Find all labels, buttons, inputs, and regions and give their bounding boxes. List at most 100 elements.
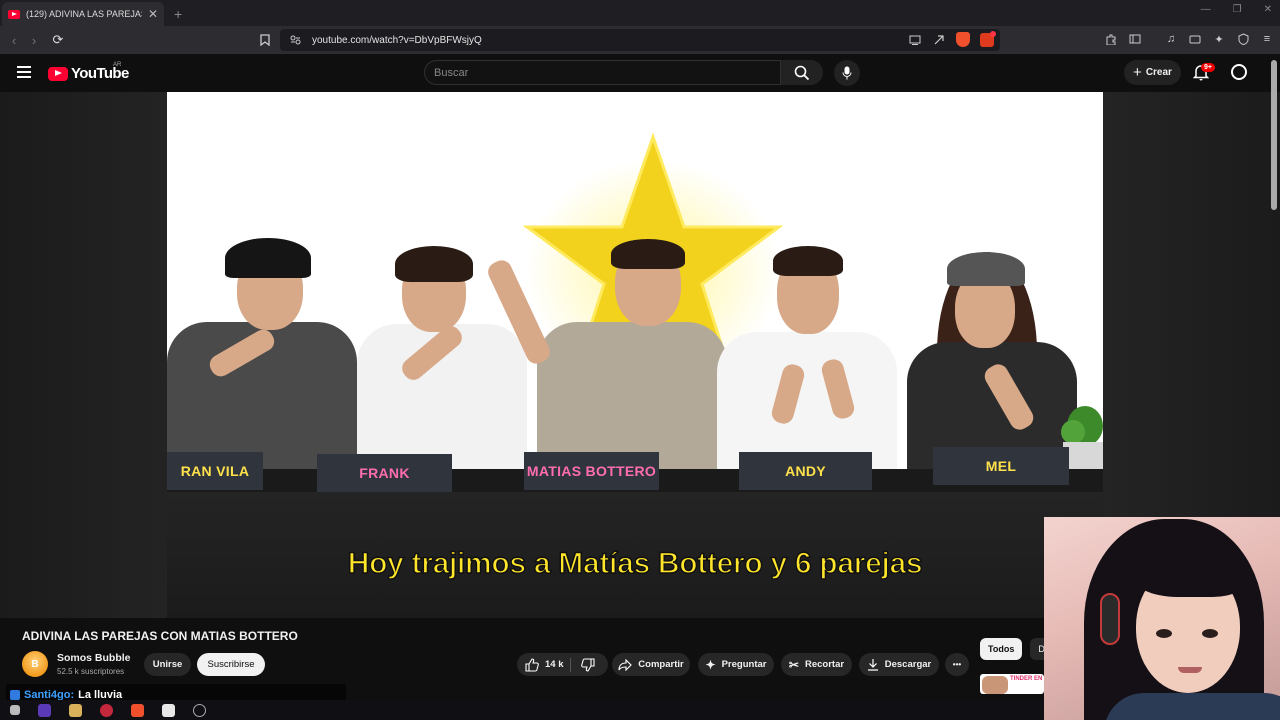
webcam-shirt bbox=[1104, 693, 1280, 720]
nameplate-3: MATIAS BOTTERO bbox=[524, 452, 659, 490]
forward-arrow-icon[interactable]: › bbox=[24, 33, 44, 48]
browser-tab[interactable]: (129) ADIVINA LAS PAREJAS CO ✕ bbox=[2, 2, 164, 26]
download-label: Descargar bbox=[884, 659, 932, 670]
close-window-button[interactable]: ✕ bbox=[1264, 4, 1272, 15]
plus-icon: + bbox=[1133, 64, 1142, 81]
person-5 bbox=[907, 252, 1077, 472]
like-icon[interactable] bbox=[525, 657, 539, 672]
video-title: ADIVINA LAS PAREJAS CON MATIAS BOTTERO bbox=[22, 629, 298, 643]
restore-button[interactable]: ❐ bbox=[1233, 4, 1242, 15]
search-input[interactable]: Buscar bbox=[424, 60, 781, 85]
microphone-icon bbox=[842, 66, 852, 80]
chat-username: Santi4go: bbox=[24, 688, 75, 701]
subscribe-button[interactable]: Suscribirse bbox=[197, 653, 265, 676]
webcam-bangs bbox=[1130, 537, 1248, 597]
page-scrollbar[interactable] bbox=[1271, 60, 1277, 210]
back-arrow-icon[interactable]: ‹ bbox=[4, 33, 24, 48]
screen: (129) ADIVINA LAS PAREJAS CO ✕ + — ❐ ✕ ‹… bbox=[0, 0, 1280, 720]
share-icon bbox=[618, 658, 633, 671]
search-placeholder: Buscar bbox=[434, 66, 469, 79]
channel-name[interactable]: Somos Bubble bbox=[57, 652, 131, 664]
country-code: AR bbox=[113, 62, 122, 68]
create-label: Crear bbox=[1145, 67, 1172, 78]
browser-toolbar: ‹ › ⟳ youtube.com/watch?v=DbVpBFWsjyQ ♫ … bbox=[0, 26, 1280, 54]
wallet-icon[interactable] bbox=[1188, 32, 1202, 46]
bookmark-icon[interactable] bbox=[258, 33, 272, 47]
cast-icon[interactable] bbox=[908, 33, 922, 47]
youtube-masthead: YouTube AR Buscar + Crear 9+ bbox=[0, 54, 1280, 92]
opera-app-icon[interactable] bbox=[100, 703, 113, 717]
site-info-icon[interactable] bbox=[288, 33, 302, 47]
extensions-row: ♫ ✦ ≡ bbox=[1104, 32, 1274, 46]
sparkle-icon: ✦ bbox=[705, 657, 716, 672]
video-player[interactable]: RAN VILA FRANK MATIAS BOTTERO ANDY MEL H… bbox=[167, 92, 1103, 618]
search-button[interactable] bbox=[781, 60, 823, 85]
scissors-icon: ✂ bbox=[788, 657, 799, 672]
ask-label: Preguntar bbox=[721, 659, 767, 670]
join-button[interactable]: Unirse bbox=[144, 653, 191, 676]
subscriber-count: 52.5 k suscriptores bbox=[57, 667, 125, 676]
chat-text: La lluvia bbox=[78, 688, 123, 701]
share-page-icon[interactable] bbox=[932, 33, 946, 47]
recommended-video-thumbnail[interactable]: TINDER EN bbox=[980, 674, 1044, 694]
chat-badge-icon bbox=[10, 689, 20, 700]
tab-title: (129) ADIVINA LAS PAREJAS CO bbox=[26, 9, 142, 19]
chip-all[interactable]: Todos bbox=[980, 638, 1023, 660]
brave-app-icon[interactable] bbox=[131, 703, 144, 717]
guide-menu-icon[interactable] bbox=[17, 66, 31, 78]
youtube-play-icon bbox=[48, 66, 68, 81]
nameplate-2: FRANK bbox=[317, 454, 452, 492]
more-actions-button[interactable]: ••• bbox=[945, 653, 969, 676]
tab-close-icon[interactable]: ✕ bbox=[148, 7, 158, 21]
headset-icon bbox=[1100, 593, 1120, 645]
address-bar-actions bbox=[908, 30, 996, 47]
webcam-right-eye bbox=[1202, 629, 1218, 638]
browser-tab-strip: (129) ADIVINA LAS PAREJAS CO ✕ + — ❐ ✕ bbox=[0, 0, 1280, 26]
clip-button[interactable]: ✂ Recortar bbox=[781, 653, 852, 676]
webcam-left-eye bbox=[1156, 629, 1172, 638]
nameplate-4: ANDY bbox=[739, 452, 872, 490]
nameplate-1: RAN VILA bbox=[167, 452, 263, 490]
youtube-favicon-icon bbox=[8, 9, 20, 19]
like-count: 14 k bbox=[545, 659, 564, 670]
windows-start-icon[interactable] bbox=[10, 705, 20, 715]
window-controls: — ❐ ✕ bbox=[1201, 4, 1272, 15]
ask-button[interactable]: ✦ Preguntar bbox=[698, 653, 774, 676]
brave-shield-icon[interactable] bbox=[956, 32, 970, 47]
voice-search-button[interactable] bbox=[834, 60, 860, 86]
webcam-overlay bbox=[1044, 517, 1280, 720]
vpn-icon[interactable] bbox=[1236, 32, 1250, 46]
clock-app-icon[interactable] bbox=[193, 703, 206, 717]
minimize-button[interactable]: — bbox=[1201, 4, 1211, 15]
music-icon[interactable]: ♫ bbox=[1164, 32, 1178, 46]
notifications-badge: 9+ bbox=[1201, 63, 1215, 72]
clip-label: Recortar bbox=[804, 659, 845, 670]
address-bar[interactable]: youtube.com/watch?v=DbVpBFWsjyQ bbox=[280, 29, 1000, 51]
download-icon bbox=[867, 659, 878, 671]
thumbnail-face bbox=[982, 676, 1008, 694]
file-explorer-icon[interactable] bbox=[69, 703, 82, 717]
dislike-icon[interactable] bbox=[581, 658, 595, 672]
search-icon bbox=[794, 65, 810, 80]
thumbnail-text: TINDER EN bbox=[1010, 676, 1043, 682]
new-tab-button[interactable]: + bbox=[174, 6, 182, 22]
share-button[interactable]: Compartir bbox=[612, 653, 690, 676]
webcam-mouth bbox=[1178, 667, 1202, 673]
download-button[interactable]: Descargar bbox=[859, 653, 939, 676]
url-text: youtube.com/watch?v=DbVpBFWsjyQ bbox=[312, 34, 482, 46]
person-4 bbox=[717, 244, 897, 472]
account-avatar[interactable] bbox=[1231, 64, 1247, 80]
extensions-icon[interactable] bbox=[1104, 32, 1118, 46]
obs-app-icon[interactable] bbox=[38, 703, 51, 717]
leo-ai-icon[interactable]: ✦ bbox=[1212, 32, 1226, 46]
share-label: Compartir bbox=[638, 659, 684, 670]
browser-menu-icon[interactable]: ≡ bbox=[1260, 32, 1274, 46]
brave-rewards-icon[interactable] bbox=[980, 30, 996, 47]
video-subtitle: Hoy trajimos a Matías Bottero y 6 pareja… bbox=[347, 546, 923, 581]
create-button[interactable]: + Crear bbox=[1124, 60, 1181, 85]
notepad-app-icon[interactable] bbox=[162, 703, 175, 717]
reload-icon[interactable]: ⟳ bbox=[48, 32, 68, 48]
channel-avatar[interactable]: B bbox=[22, 651, 48, 677]
sidebar-icon[interactable] bbox=[1128, 32, 1142, 46]
nameplate-5: MEL bbox=[933, 447, 1069, 485]
